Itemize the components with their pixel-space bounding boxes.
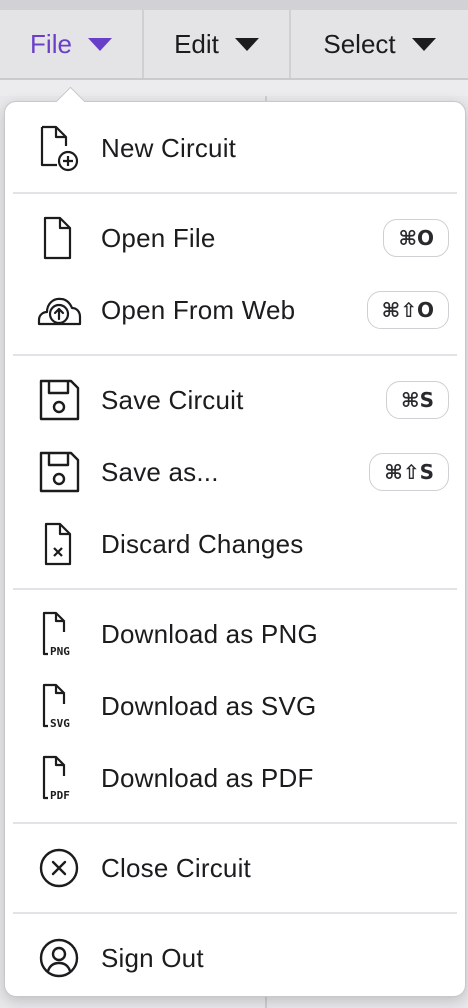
menu-item-label: Save as... bbox=[101, 456, 219, 487]
png-file-icon: PNG bbox=[35, 610, 83, 658]
menu-item-label: Save Circuit bbox=[101, 384, 244, 415]
png-badge-text: PNG bbox=[50, 645, 70, 658]
menu-tab-select[interactable]: Select bbox=[291, 10, 468, 78]
menu-bar: File Edit Select bbox=[0, 0, 468, 96]
file-menu-dropdown: New Circuit Open File ⌘O Open From Web ⌘… bbox=[4, 86, 466, 997]
save-as-icon bbox=[35, 448, 83, 496]
menu-separator bbox=[13, 822, 457, 824]
menu-item-label: Download as PNG bbox=[101, 618, 318, 649]
menu-item-label: Sign Out bbox=[101, 942, 204, 973]
shortcut-badge: ⌘S bbox=[386, 381, 449, 419]
svg-badge-text: SVG bbox=[50, 717, 70, 730]
menu-separator bbox=[13, 192, 457, 194]
menu-item-save-circuit[interactable]: Save Circuit ⌘S bbox=[5, 370, 465, 430]
file-icon bbox=[35, 214, 83, 262]
pdf-badge-text: PDF bbox=[50, 789, 70, 802]
pdf-file-icon: PDF bbox=[35, 754, 83, 802]
close-circle-icon bbox=[35, 844, 83, 892]
menu-item-sign-out[interactable]: Sign Out bbox=[5, 928, 465, 988]
discard-file-icon bbox=[35, 520, 83, 568]
new-file-icon bbox=[35, 124, 83, 172]
menu-item-open-file[interactable]: Open File ⌘O bbox=[5, 208, 465, 268]
menu-tab-file-label: File bbox=[30, 28, 72, 59]
shortcut-badge: ⌘⇧O bbox=[366, 291, 449, 329]
save-icon bbox=[35, 376, 83, 424]
menu-item-label: Download as PDF bbox=[101, 762, 314, 793]
menu-item-save-as[interactable]: Save as... ⌘⇧S bbox=[5, 442, 465, 502]
menu-item-new-circuit[interactable]: New Circuit bbox=[5, 118, 465, 178]
menu-separator bbox=[13, 354, 457, 356]
menu-item-download-svg[interactable]: SVG Download as SVG bbox=[5, 676, 465, 736]
menu-tab-select-label: Select bbox=[323, 28, 396, 59]
chevron-down-icon bbox=[87, 37, 112, 51]
menu-item-label: Discard Changes bbox=[101, 528, 304, 559]
menu-item-label: Download as SVG bbox=[101, 690, 317, 721]
menu-tab-file[interactable]: File bbox=[0, 10, 144, 78]
chevron-down-icon bbox=[234, 37, 259, 51]
user-circle-icon bbox=[35, 934, 83, 982]
menu-item-discard-changes[interactable]: Discard Changes bbox=[5, 514, 465, 574]
chevron-down-icon bbox=[411, 37, 436, 51]
menu-item-download-pdf[interactable]: PDF Download as PDF bbox=[5, 748, 465, 808]
menu-item-label: Close Circuit bbox=[101, 852, 251, 883]
menu-item-label: New Circuit bbox=[101, 132, 237, 163]
menu-tab-edit-label: Edit bbox=[174, 28, 219, 59]
menu-item-label: Open From Web bbox=[101, 294, 296, 325]
menu-separator bbox=[13, 912, 457, 914]
menu-bar-top-strip bbox=[0, 0, 468, 10]
svg-file-icon: SVG bbox=[35, 682, 83, 730]
menu-item-label: Open File bbox=[101, 222, 216, 253]
cloud-upload-icon bbox=[35, 286, 83, 334]
menu-item-close-circuit[interactable]: Close Circuit bbox=[5, 838, 465, 898]
shortcut-badge: ⌘O bbox=[383, 219, 449, 257]
menu-item-open-from-web[interactable]: Open From Web ⌘⇧O bbox=[5, 280, 465, 340]
menu-separator bbox=[13, 588, 457, 590]
shortcut-badge: ⌘⇧S bbox=[369, 453, 449, 491]
menu-item-download-png[interactable]: PNG Download as PNG bbox=[5, 604, 465, 664]
menu-tab-edit[interactable]: Edit bbox=[144, 10, 291, 78]
